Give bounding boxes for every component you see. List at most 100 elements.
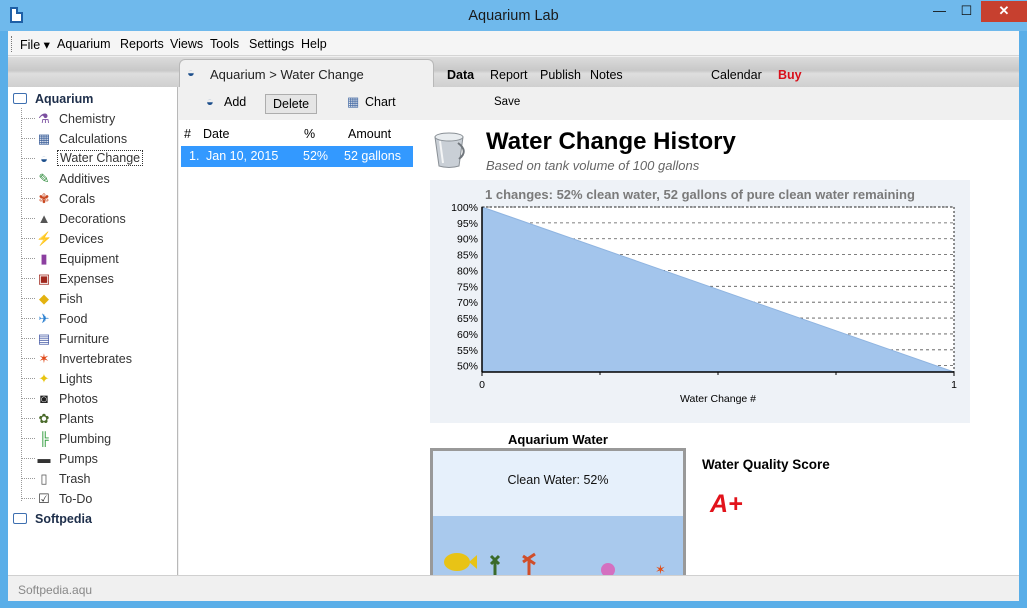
tab-data[interactable]: Data bbox=[447, 68, 474, 82]
tree-connector bbox=[21, 418, 35, 419]
calculations-icon: ▦ bbox=[37, 131, 51, 146]
sidebar-item-label: Trash bbox=[59, 472, 91, 486]
y-tick-label: 55% bbox=[457, 345, 478, 357]
chart-plot: 100% 95% 90% 85% 80% 75% 70% 65% 60% 55% 50%0 1 Wate… bbox=[451, 202, 957, 405]
plant-icon bbox=[489, 554, 501, 575]
sidebar-item-expenses[interactable]: ▣ Expenses bbox=[21, 269, 171, 289]
water-quality-grade: A+ bbox=[710, 490, 743, 518]
tank-decor: ✶ bbox=[444, 552, 666, 575]
sidebar-item-corals[interactable]: ✾ Corals bbox=[21, 189, 171, 209]
chart-button[interactable]: ▦ Chart bbox=[347, 94, 396, 114]
invertebrates-icon: ✶ bbox=[38, 351, 50, 366]
cell-num: 1. bbox=[189, 149, 200, 163]
cell-pct: 52% bbox=[303, 149, 329, 163]
water-change-icon: ◒ bbox=[187, 65, 195, 80]
menu-tools[interactable]: Tools bbox=[210, 37, 239, 51]
sidebar-item-water-change[interactable]: ◒ Water Change bbox=[21, 149, 171, 169]
cell-date: Jan 10, 2015 bbox=[206, 149, 279, 163]
menu-aquarium[interactable]: Aquarium bbox=[57, 37, 111, 51]
equipment-icon: ▮ bbox=[40, 251, 48, 266]
status-bar: Softpedia.aqu bbox=[8, 575, 1019, 601]
tab-report[interactable]: Report bbox=[490, 68, 528, 82]
status-file-name: Softpedia.aqu bbox=[18, 583, 93, 597]
cell-amount: 52 gallons bbox=[344, 149, 401, 163]
add-icon: ◒ bbox=[206, 94, 214, 109]
tree-connector bbox=[21, 138, 35, 139]
maximize-button[interactable]: ☐ bbox=[953, 1, 980, 22]
close-button[interactable]: ✕ bbox=[981, 1, 1027, 22]
decorations-icon: ▲ bbox=[37, 211, 51, 226]
menu-settings[interactable]: Settings bbox=[249, 37, 294, 51]
x-axis-label: Water Change # bbox=[680, 393, 756, 405]
menu-file[interactable]: File ▾ bbox=[20, 37, 50, 52]
folder-icon bbox=[13, 513, 27, 524]
table-row[interactable]: 1. Jan 10, 2015 52% 52 gallons bbox=[181, 146, 413, 167]
tree-root-softpedia[interactable]: Softpedia bbox=[13, 512, 92, 526]
window-title: Aquarium Lab bbox=[468, 8, 559, 24]
sidebar-item-photos[interactable]: ◙ Photos bbox=[21, 389, 171, 409]
tree-connector bbox=[21, 378, 35, 379]
tree-root-label: Aquarium bbox=[35, 92, 94, 106]
expenses-icon: ▣ bbox=[37, 271, 51, 286]
tree-connector bbox=[21, 398, 35, 399]
column-header-pct[interactable]: % bbox=[304, 127, 315, 141]
y-tick-label: 75% bbox=[457, 281, 478, 293]
tree-connector bbox=[21, 118, 35, 119]
sidebar-item-devices[interactable]: ⚡ Devices bbox=[21, 229, 171, 249]
tree-root-aquarium[interactable]: Aquarium bbox=[13, 92, 93, 106]
column-header-amount[interactable]: Amount bbox=[348, 127, 391, 141]
menu-views[interactable]: Views bbox=[170, 37, 203, 51]
sidebar-item-trash[interactable]: ▯ Trash bbox=[21, 469, 171, 489]
sidebar-item-equipment[interactable]: ▮ Equipment bbox=[21, 249, 171, 269]
tree-connector bbox=[21, 498, 35, 499]
column-header-date[interactable]: Date bbox=[203, 127, 229, 141]
lights-icon: ✦ bbox=[38, 371, 50, 386]
sidebar-item-invertebrates[interactable]: ✶ Invertebrates bbox=[21, 349, 171, 369]
sidebar-item-food[interactable]: ✈ Food bbox=[21, 309, 171, 329]
sidebar-item-furniture[interactable]: ▤ Furniture bbox=[21, 329, 171, 349]
sidebar-item-additives[interactable]: ✎ Additives bbox=[21, 169, 171, 189]
starfish-icon: ✶ bbox=[655, 562, 666, 575]
sidebar-item-label: Decorations bbox=[59, 212, 126, 226]
sidebar-item-label: To-Do bbox=[59, 492, 93, 506]
folder-icon bbox=[13, 93, 27, 104]
menu-help[interactable]: Help bbox=[301, 37, 327, 51]
sidebar-item-fish[interactable]: ◆ Fish bbox=[21, 289, 171, 309]
menu-reports[interactable]: Reports bbox=[120, 37, 164, 51]
sidebar-item-plumbing[interactable]: ╠ Plumbing bbox=[21, 429, 171, 449]
sidebar-item-pumps[interactable]: ▬ Pumps bbox=[21, 449, 171, 469]
sidebar-item-plants[interactable]: ✿ Plants bbox=[21, 409, 171, 429]
save-button[interactable]: Save bbox=[494, 96, 520, 116]
plants-icon: ✿ bbox=[38, 411, 50, 426]
y-tick-label: 90% bbox=[457, 234, 478, 246]
sidebar-item-label: Pumps bbox=[59, 452, 98, 466]
sidebar-item-label: Additives bbox=[59, 172, 110, 186]
trash-icon: ▯ bbox=[40, 471, 48, 486]
y-tick-label: 65% bbox=[457, 313, 478, 325]
column-header-num[interactable]: # bbox=[184, 127, 191, 141]
plumbing-icon: ╠ bbox=[39, 431, 49, 446]
sidebar-item-calculations[interactable]: ▦ Calculations bbox=[21, 129, 171, 149]
sidebar-item-decorations[interactable]: ▲ Decorations bbox=[21, 209, 171, 229]
title-bar: Aquarium Lab — ☐ ✕ bbox=[0, 0, 1027, 31]
delete-button[interactable]: Delete bbox=[265, 94, 318, 114]
report-title: Water Change History bbox=[486, 128, 736, 155]
water-change-icon: ◒ bbox=[40, 151, 48, 166]
tree-connector bbox=[21, 258, 35, 259]
sidebar-item-lights[interactable]: ✦ Lights bbox=[21, 369, 171, 389]
sidebar-item-to-do[interactable]: ☑ To-Do bbox=[21, 489, 171, 509]
tab-notes[interactable]: Notes bbox=[590, 68, 623, 82]
tree-connector bbox=[21, 238, 35, 239]
food-icon: ✈ bbox=[38, 311, 50, 326]
y-tick-label: 60% bbox=[457, 329, 478, 341]
minimize-button[interactable]: — bbox=[926, 1, 953, 22]
chart-label: Chart bbox=[365, 95, 396, 109]
pumps-icon: ▬ bbox=[37, 451, 51, 466]
tab-buy[interactable]: Buy bbox=[778, 68, 802, 82]
add-button[interactable]: ◒ Add bbox=[206, 94, 246, 114]
clean-water-label: Clean Water: 52% bbox=[507, 473, 609, 487]
sidebar-item-chemistry[interactable]: ⚗ Chemistry bbox=[21, 109, 171, 129]
tab-publish[interactable]: Publish bbox=[540, 68, 581, 82]
app-client: File ▾ Aquarium Reports Views Tools Sett… bbox=[8, 31, 1019, 601]
tab-calendar[interactable]: Calendar bbox=[711, 68, 762, 82]
